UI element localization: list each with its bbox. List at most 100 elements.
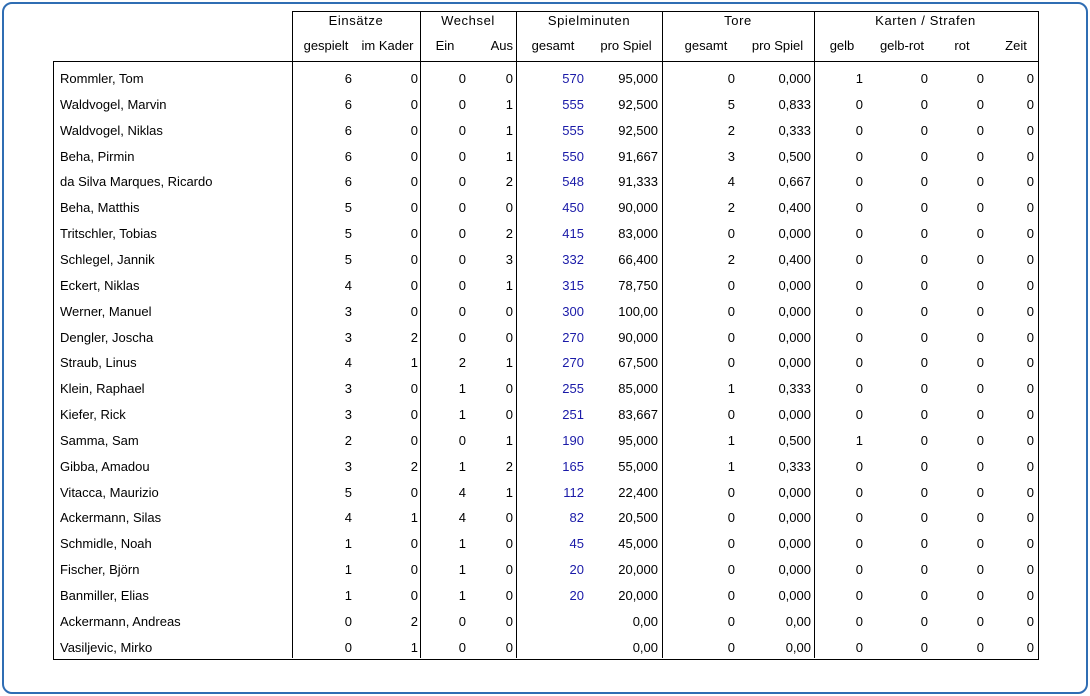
column-divider [420,61,421,658]
table-cell: 0 [855,123,863,138]
table-cell: 0 [920,381,928,396]
table-cell: 0 [976,640,984,655]
player-name: Rommler, Tom [60,71,144,86]
table-cell: 0,000 [778,510,811,525]
table-cell: 2 [727,123,735,138]
column-header: pro Spiel [751,38,804,53]
table-cell: 83,000 [618,226,658,241]
table-cell: 92,500 [618,123,658,138]
table-cell: 0,500 [778,433,811,448]
table-cell: 0 [976,510,984,525]
table-cell: 0 [458,200,466,215]
table-cell: 0 [855,407,863,422]
table-cell: 66,400 [618,252,658,267]
table-cell: 0,00 [785,614,811,629]
table-cell: 1 [855,433,863,448]
table-cell: 90,000 [618,200,658,215]
table-cell: 0 [855,355,863,370]
table-cell: 91,333 [618,174,658,189]
table-cell: 0 [410,536,418,551]
table-cell: 1 [505,123,513,138]
table-cell: 0 [410,97,418,112]
table-cell: 0 [855,614,863,629]
table-cell: 190 [562,433,584,448]
table-cell: 0 [458,174,466,189]
table-cell: 555 [562,123,584,138]
table-cell: 255 [562,381,584,396]
table-cell: 0 [920,510,928,525]
table-cell: 0 [976,355,984,370]
table-cell: 1 [727,381,735,396]
table-cell: 55,000 [618,459,658,474]
table-cell: 0,333 [778,459,811,474]
player-name: Dengler, Joscha [60,330,154,345]
table-cell: 0 [976,304,984,319]
table-cell: 0 [1026,536,1034,551]
table-cell: 1 [505,97,513,112]
table-cell: 332 [562,252,584,267]
player-name: Banmiller, Elias [60,588,149,603]
table-cell: 0 [976,252,984,267]
table-cell: 0 [920,252,928,267]
table-cell: 0,000 [778,355,811,370]
table-cell: 1 [727,433,735,448]
table-cell: 0 [727,614,735,629]
column-divider [662,61,663,658]
table-cell: 0 [855,381,863,396]
table-cell: 0 [920,304,928,319]
table-cell: 100,00 [618,304,658,319]
player-name: Gibba, Amadou [60,459,150,474]
table-cell: 6 [344,97,352,112]
table-cell: 1 [458,536,466,551]
table-cell: 0 [920,562,928,577]
table-cell: 0 [920,174,928,189]
player-name: Vitacca, Maurizio [60,485,159,500]
table-cell: 0 [727,355,735,370]
player-name: Ackermann, Andreas [60,614,181,629]
table-cell: 2 [727,252,735,267]
table-cell: 92,500 [618,97,658,112]
table-cell: 4 [344,278,352,293]
table-cell: 1 [458,459,466,474]
table-cell: 1 [505,149,513,164]
table-cell: 0 [1026,407,1034,422]
table-cell: 2 [458,355,466,370]
table-cell: 3 [344,459,352,474]
table-cell: 1 [344,536,352,551]
table-cell: 0 [976,459,984,474]
table-cell: 0 [855,330,863,345]
table-cell: 0 [410,71,418,86]
table-cell: 0 [410,200,418,215]
table-cell: 85,000 [618,381,658,396]
table-cell: 0 [976,588,984,603]
table-cell: 0 [855,640,863,655]
table-cell: 2 [344,433,352,448]
table-cell: 0 [920,149,928,164]
table-cell: 3 [727,149,735,164]
table-cell: 0 [976,330,984,345]
table-cell: 0 [1026,304,1034,319]
column-header: im Kader [361,38,414,53]
table-cell: 2 [410,330,418,345]
table-cell: 1 [344,562,352,577]
table-cell: 6 [344,149,352,164]
table-cell: 1 [410,510,418,525]
group-header-tore: Tore [724,13,752,28]
column-header: gespielt [303,38,349,53]
table-cell: 0 [410,407,418,422]
table-cell: 0 [727,640,735,655]
table-cell: 112 [563,485,584,500]
table-cell: 0 [920,71,928,86]
table-cell: 1 [505,433,513,448]
table-cell: 5 [344,226,352,241]
column-divider [814,61,815,658]
table-cell: 6 [344,174,352,189]
table-cell: 0 [855,588,863,603]
table-cell: 0 [727,278,735,293]
table-cell: 1 [344,588,352,603]
table-cell: 550 [562,149,584,164]
table-cell: 0 [1026,433,1034,448]
table-cell: 1 [505,485,513,500]
table-cell: 0 [458,71,466,86]
table-cell: 0 [976,562,984,577]
